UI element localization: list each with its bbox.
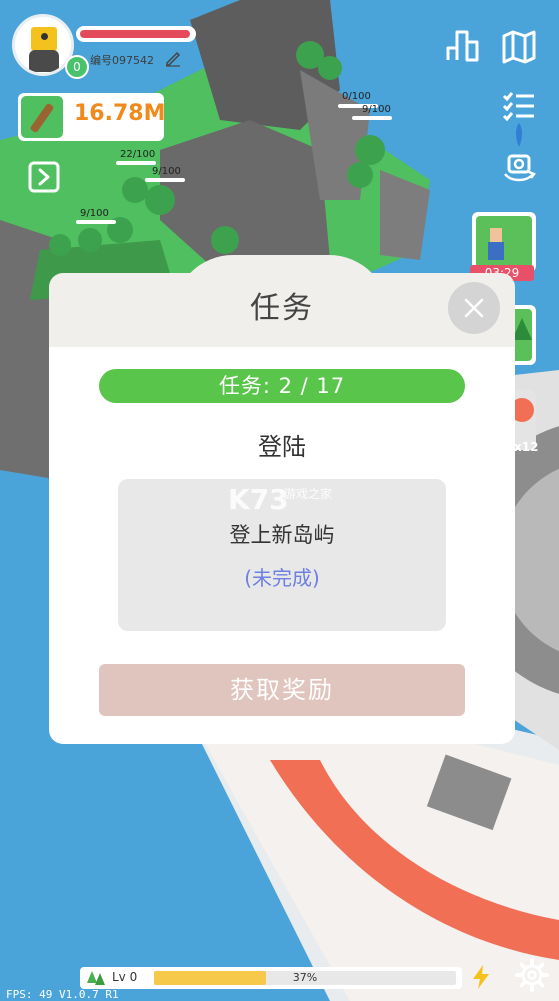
modal-body: 任务: 2 / 17 登陆 K73 游戏之家 登上新岛屿 (未完成) 获取奖励 (49, 347, 515, 744)
wood-resource-counter: 16.78M (18, 93, 166, 141)
edit-icon[interactable] (164, 49, 182, 67)
modal-title: 任务 (250, 291, 314, 326)
task-detail-box: K73 游戏之家 登上新岛屿 (未完成) (118, 479, 446, 631)
player-health-fill (80, 30, 190, 38)
task-status: (未完成) (244, 566, 320, 590)
map-icon[interactable] (501, 28, 537, 64)
player-health-bar (76, 26, 196, 42)
world-hp-label: 0/100 (342, 91, 371, 102)
world-hp-label: 9/100 (80, 208, 109, 219)
world-hp-bar (76, 220, 116, 224)
wood-icon (21, 96, 63, 138)
xp-percent: 37% (292, 971, 318, 984)
claim-reward-button[interactable]: 获取奖励 (99, 664, 465, 716)
world-hp-bar (352, 116, 392, 120)
task-list-icon[interactable] (501, 88, 537, 124)
xp-track: 37% (154, 971, 456, 985)
close-button[interactable] (448, 282, 500, 334)
leaderboard-icon[interactable] (445, 28, 481, 64)
player-level-badge: 0 (65, 55, 89, 79)
avatar-body (29, 50, 59, 72)
world-hp-bar (116, 161, 156, 165)
watermark-logo: K73 (228, 483, 289, 516)
close-icon (464, 298, 484, 318)
level-label: Lv 0 (112, 970, 138, 984)
level-xp-bar: Lv 0 37% (80, 967, 462, 989)
task-modal: 任务 任务: 2 / 17 登陆 K73 游戏之家 登上新岛屿 (未完成) 获取… (49, 255, 515, 744)
watermark-subtext: 游戏之家 (284, 487, 333, 501)
task-name: 登陆 (258, 433, 306, 461)
task-description: 登上新岛屿 (229, 523, 335, 547)
world-hp-label: 9/100 (152, 166, 181, 177)
tree-icon (87, 971, 105, 985)
player-id-label: 编号097542 (90, 54, 154, 67)
world-hp-label: 22/100 (120, 149, 156, 160)
gear-icon[interactable] (515, 958, 549, 992)
task-progress: 任务: 2 / 17 (99, 369, 465, 403)
world-hp-label: 9/100 (362, 104, 391, 115)
avatar-eye (41, 33, 48, 40)
camera-rotate-icon[interactable] (501, 148, 537, 184)
world-hp-bar (145, 178, 185, 182)
wood-value: 16.78M (74, 101, 166, 126)
feather-icon (516, 123, 522, 147)
bolt-icon[interactable] (470, 964, 492, 990)
expand-icon[interactable] (28, 161, 60, 193)
fps-version-label: FPS: 49 V1.0.7 R1 (6, 988, 119, 1001)
